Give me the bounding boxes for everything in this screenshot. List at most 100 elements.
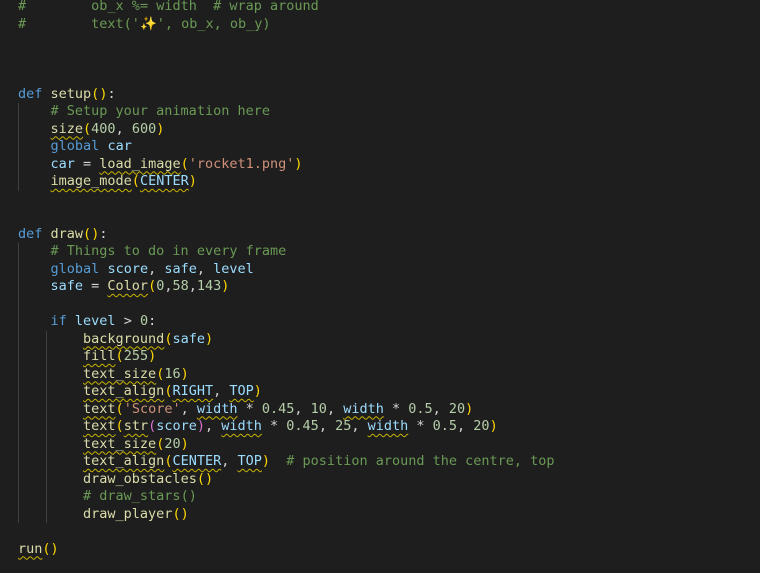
code-token: , (148, 260, 165, 277)
code-line: draw_obstacles() (18, 471, 213, 488)
code-token: ( (148, 278, 157, 294)
code-token: size (50, 120, 84, 137)
code-line: def draw(): (18, 226, 107, 243)
code-token: level (213, 260, 254, 277)
code-token: safe (50, 278, 84, 294)
code-token: global (50, 138, 100, 154)
code-token: 0.5 (432, 418, 458, 434)
code-token: car (107, 138, 132, 154)
code-line: image_mode(CENTER) (18, 173, 197, 190)
code-token: , (457, 418, 474, 434)
code-token: ( (42, 540, 51, 557)
code-editor[interactable]: # ob_x %= width # wrap around # text('✨',… (0, 0, 760, 573)
code-token: image_mode (50, 173, 132, 189)
code-token: ob_x %= width # wrap around (91, 0, 319, 14)
code-token: score (156, 418, 197, 434)
code-token: , (205, 418, 222, 434)
code-token: ( (115, 418, 124, 434)
code-token: 20 (164, 435, 181, 452)
code-token: ( (172, 505, 181, 522)
code-token: # position around the centre, top (286, 453, 555, 469)
code-line: # draw_stars() (18, 488, 197, 505)
code-token: text_size (83, 435, 157, 452)
code-token: CENTER (139, 173, 189, 189)
code-token: draw (50, 225, 84, 242)
code-token: ( (196, 470, 205, 487)
code-token: , (221, 453, 238, 469)
code-token: * (408, 418, 433, 434)
code-token: , (180, 400, 197, 417)
code-token: , (351, 418, 368, 434)
code-token: ( (180, 155, 189, 172)
code-token: ( (115, 400, 124, 417)
code-token: 20 (448, 400, 466, 417)
code-token: ) (221, 278, 230, 294)
code-line: fill(255) (18, 348, 156, 365)
code-token: width (196, 400, 238, 417)
code-token: ) (294, 155, 303, 172)
code-line: draw_player() (18, 506, 189, 523)
code-token: text_align (83, 453, 165, 469)
code-token: run (18, 540, 43, 557)
code-token: ) (489, 418, 498, 434)
code-line: # text('✨', ob_x, ob_y) (18, 16, 271, 33)
code-token: 16 (164, 365, 181, 382)
code-token: load_image (99, 155, 181, 172)
code-token: 'Score' (123, 400, 181, 417)
code-token: safe (172, 330, 205, 347)
code-token: ) (50, 540, 59, 557)
code-token: ( (131, 173, 140, 189)
code-token: str (123, 418, 149, 434)
code-token: 25 (335, 418, 352, 434)
code-token: background (83, 330, 165, 347)
code-token: if (50, 313, 67, 329)
code-token: text (83, 418, 116, 434)
code-line: safe = Color(0,58,143) (18, 278, 230, 295)
code-line: text_align(RIGHT, TOP) (18, 383, 262, 400)
code-token: ( (148, 418, 157, 434)
code-token: # Setup your animation here (50, 103, 270, 119)
code-token: def (18, 225, 43, 242)
code-token: 58 (172, 278, 189, 294)
code-token: # Things to do in every frame (50, 243, 287, 259)
code-line: def setup(): (18, 86, 116, 103)
code-token: 'rocket1.png' (188, 155, 295, 172)
code-token: ) (188, 173, 197, 189)
code-line: global score, safe, level (18, 261, 254, 278)
code-token: ) (148, 348, 157, 364)
code-token: : (148, 313, 157, 329)
code-token: ) (156, 120, 165, 137)
code-token: ) (180, 365, 189, 382)
code-token: TOP (229, 383, 254, 399)
code-token: ( (83, 225, 92, 242)
code-token: 0.45 (261, 400, 295, 417)
code-line: text_size(16) (18, 366, 189, 383)
code-token: 600 (131, 120, 157, 137)
code-line: # Setup your animation here (18, 103, 270, 120)
code-token: : (99, 225, 108, 242)
code-token: ) (261, 453, 271, 469)
code-token: = (74, 155, 100, 172)
code-token: 400 (91, 120, 116, 137)
vertical-scrollbar[interactable] (750, 0, 760, 573)
code-token: 255 (123, 348, 149, 364)
code-token: : (107, 85, 116, 102)
code-token: score (107, 260, 149, 277)
code-token: , (432, 400, 449, 417)
code-token: 0 (139, 313, 149, 329)
code-token: def (18, 85, 43, 102)
code-token: draw_obstacles (83, 470, 197, 487)
